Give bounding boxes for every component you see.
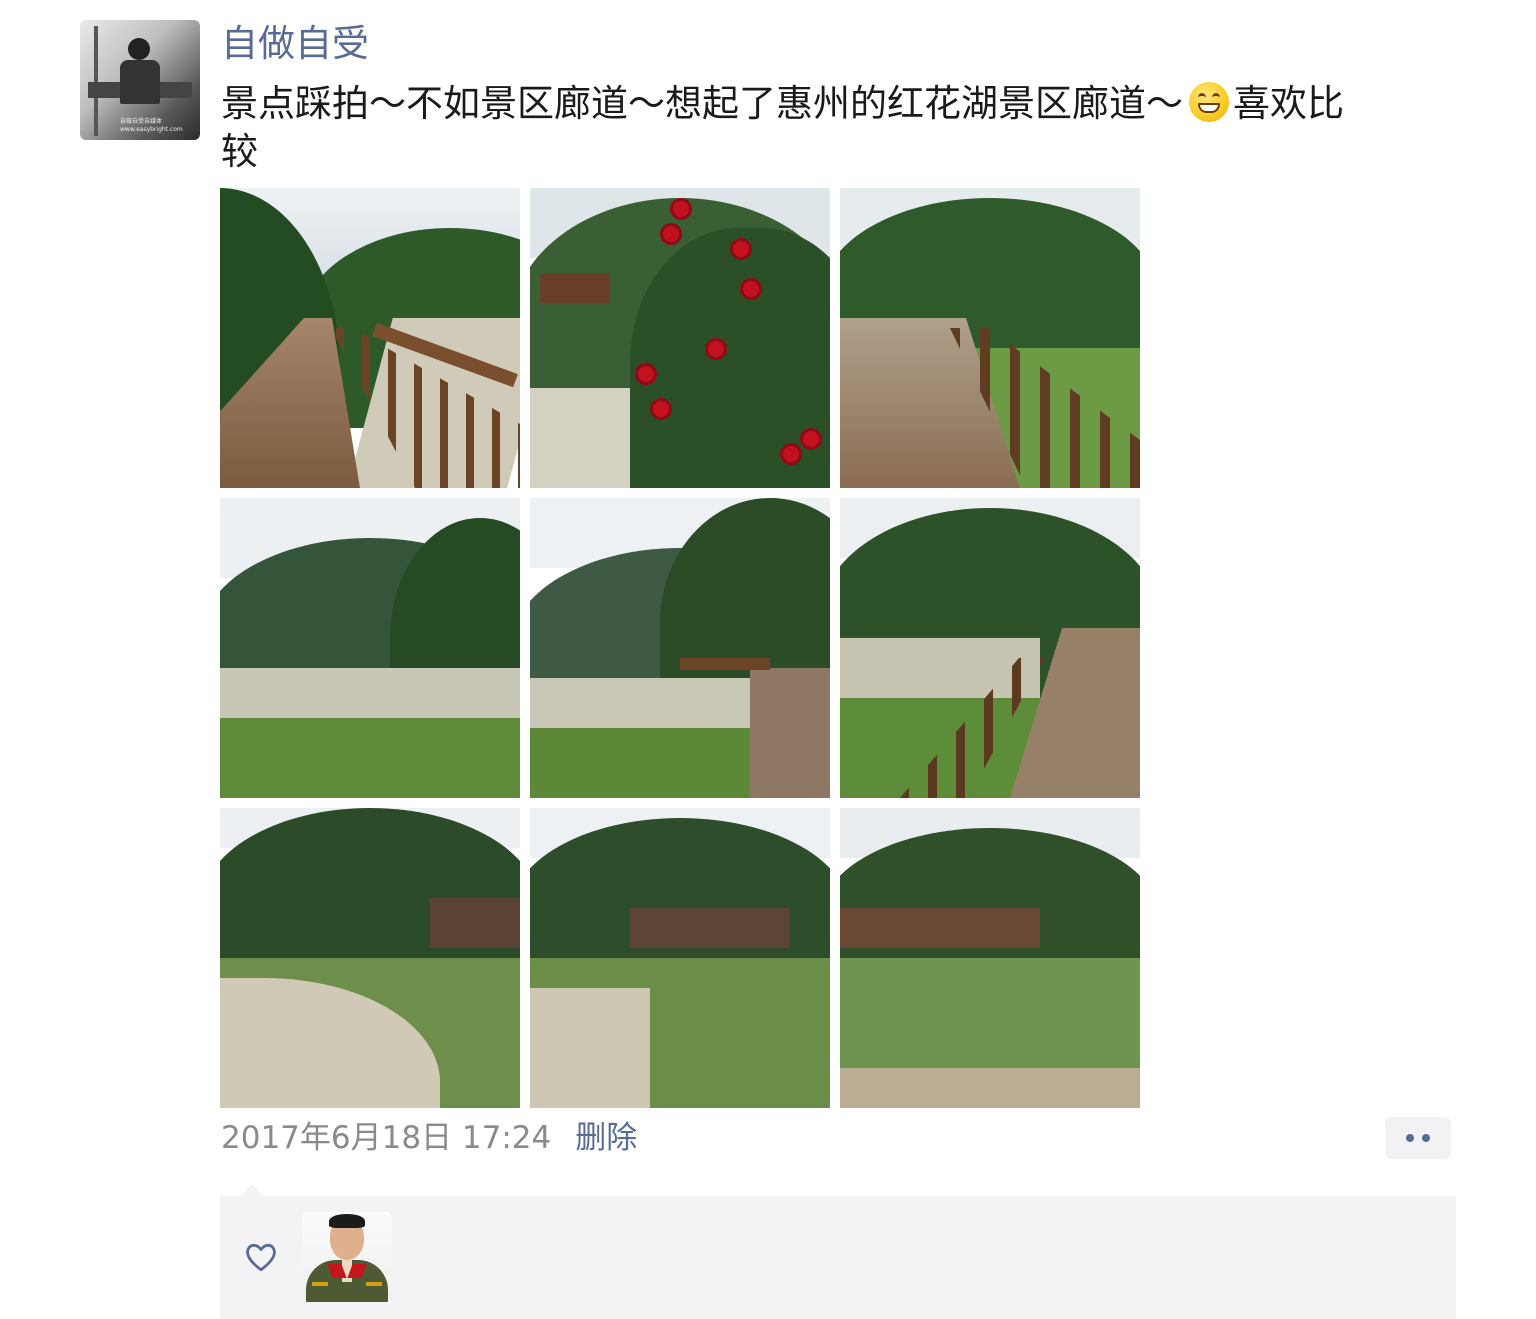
author-avatar[interactable]: 自做自受自媒体 www.easybright.com [80, 20, 200, 140]
author-name[interactable]: 自做自受 [221, 18, 369, 70]
avatar-caption-line-2: www.easybright.com [120, 126, 183, 133]
more-dots-icon[interactable] [1385, 1117, 1451, 1159]
photo-thumbnail[interactable] [840, 188, 1140, 488]
liker-avatar[interactable] [302, 1212, 392, 1302]
photo-thumbnail[interactable] [220, 808, 520, 1108]
post-text: 景点踩拍～不如景区廊道～想起了惠州的红花湖景区廊道～ 喜欢比较 [221, 80, 1461, 176]
photo-thumbnail[interactable] [840, 498, 1140, 798]
grinning-face-emoji-icon [1189, 82, 1229, 122]
avatar-caption-line-1: 自做自受自媒体 [120, 118, 163, 125]
photo-thumbnail[interactable] [530, 808, 830, 1108]
delete-link[interactable]: 删除 [575, 1120, 637, 1156]
avatar-figure-body [120, 60, 160, 104]
avatar-post-shape [94, 26, 98, 136]
post-text-part-2: 喜欢比 [1233, 82, 1344, 125]
photo-grid [220, 188, 1140, 1108]
avatar-figure-head [128, 38, 150, 60]
heart-outline-icon [246, 1243, 276, 1272]
photo-thumbnail[interactable] [220, 498, 520, 798]
post-meta: 2017年6月18日 17:24 删除 [221, 1116, 637, 1160]
avatar-caption: 自做自受自媒体 www.easybright.com [120, 118, 183, 134]
likes-panel [220, 1196, 1456, 1319]
likes-panel-arrow [240, 1184, 264, 1196]
post-timestamp: 2017年6月18日 17:24 [221, 1120, 552, 1156]
photo-thumbnail[interactable] [220, 188, 520, 488]
post-text-part-3: 较 [221, 130, 258, 173]
photo-thumbnail[interactable] [530, 498, 830, 798]
post-text-part-1: 景点踩拍～不如景区廊道～想起了惠州的红花湖景区廊道～ [221, 82, 1183, 125]
photo-thumbnail[interactable] [530, 188, 830, 488]
photo-thumbnail[interactable] [840, 808, 1140, 1108]
